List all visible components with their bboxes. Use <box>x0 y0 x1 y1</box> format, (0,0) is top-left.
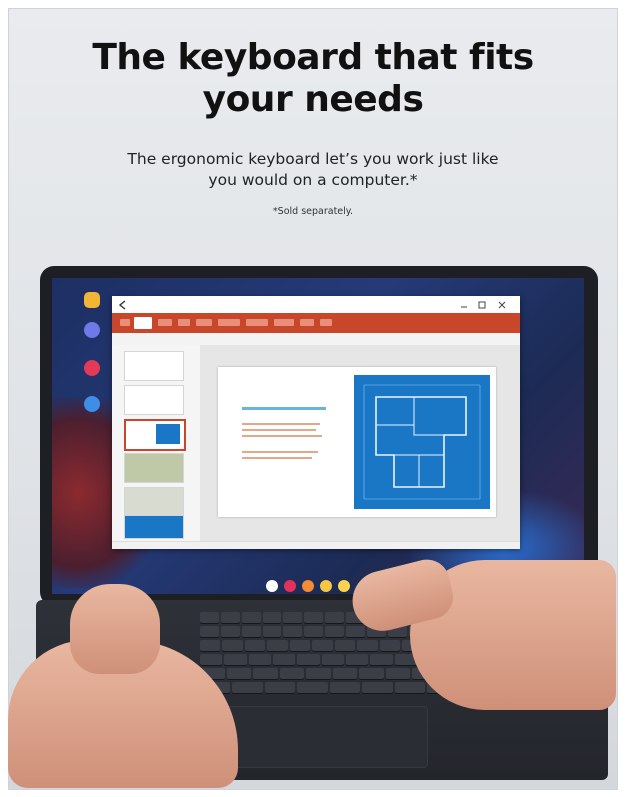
taskbar-app-4[interactable] <box>320 580 332 592</box>
keyboard-key <box>262 626 282 637</box>
keyboard-key <box>379 640 401 651</box>
keyboard-key <box>329 682 361 693</box>
keyboard-key <box>346 626 365 637</box>
minimize-icon[interactable] <box>460 301 468 309</box>
keyboard-key <box>297 682 328 693</box>
taskbar-app-1[interactable] <box>266 580 278 592</box>
slide-thumbnail[interactable] <box>124 351 184 381</box>
presentation-app-window[interactable] <box>112 296 520 549</box>
subheadline: The ergonomic keyboard let’s you work ju… <box>9 149 617 191</box>
keyboard-key <box>273 654 296 665</box>
headline: The keyboard that fits your needs <box>9 37 617 121</box>
trackpad <box>216 706 428 768</box>
back-arrow-icon[interactable] <box>118 300 128 310</box>
slide-text-block <box>242 423 320 425</box>
keyboard-key <box>325 612 344 623</box>
keyboard-key <box>224 654 247 665</box>
footnote: *Sold separately. <box>272 206 354 217</box>
keyboard-key <box>262 612 282 623</box>
ribbon-tab-file[interactable] <box>120 319 130 326</box>
keyboard-key <box>370 654 393 665</box>
keyboard-key <box>232 682 263 693</box>
keyboard-key <box>283 626 303 637</box>
keyboard-key <box>200 654 223 665</box>
app-icon-messages[interactable] <box>84 322 100 338</box>
headline-line-2: your needs <box>202 79 424 120</box>
keyboard-key <box>200 612 219 623</box>
maximize-icon[interactable] <box>478 301 486 309</box>
keyboard-key <box>312 640 333 651</box>
keyboard-key <box>289 640 311 651</box>
app-icon-folder[interactable] <box>84 292 100 308</box>
slide-canvas[interactable] <box>200 345 520 541</box>
keyboard-key <box>244 640 266 651</box>
ribbon-tab-design[interactable] <box>196 319 212 326</box>
keyboard-key <box>325 626 344 637</box>
subheadline-line-2: you would on a computer.* <box>208 171 418 189</box>
headline-line-1: The keyboard that fits <box>92 37 534 78</box>
keyboard-key <box>321 654 344 665</box>
keyboard-key <box>241 626 261 637</box>
keyboard-key <box>279 668 305 679</box>
keyboard-key <box>346 654 369 665</box>
app-icon-gallery[interactable] <box>84 360 100 376</box>
keyboard-key <box>241 612 261 623</box>
subheadline-line-1: The ergonomic keyboard let’s you work ju… <box>127 150 499 168</box>
keyboard-key <box>297 654 320 665</box>
ribbon-tab-insert[interactable] <box>158 319 172 326</box>
keyboard-key <box>248 654 271 665</box>
slide-thumbnail-panel[interactable] <box>112 345 201 541</box>
ribbon-tab-home[interactable] <box>134 317 152 329</box>
ribbon-tabs <box>112 313 520 333</box>
floor-plan-image <box>354 375 490 509</box>
slide-thumbnail[interactable] <box>124 515 184 539</box>
window-titlebar[interactable] <box>112 296 520 314</box>
keyboard-key <box>200 640 221 651</box>
keyboard-key <box>220 626 240 637</box>
keyboard-key <box>222 640 243 651</box>
keyboard-key <box>226 668 252 679</box>
close-icon[interactable] <box>498 301 506 309</box>
slide-thumbnail[interactable] <box>124 385 184 415</box>
ribbon-tab-review[interactable] <box>300 319 314 326</box>
app-icon-settings[interactable] <box>84 396 100 412</box>
keyboard-key <box>334 640 356 651</box>
taskbar-app-3[interactable] <box>302 580 314 592</box>
current-slide[interactable] <box>218 367 496 517</box>
left-hand-fingers <box>70 584 160 674</box>
keyboard-key <box>264 682 296 693</box>
slide-text-block <box>242 457 312 459</box>
keyboard-key <box>304 612 324 623</box>
floor-plan-drawing <box>363 384 481 500</box>
slide-text-block <box>242 451 318 453</box>
keyboard-key <box>359 668 384 679</box>
keyboard-key <box>357 640 378 651</box>
keyboard-key <box>304 626 324 637</box>
slide-thumbnail[interactable] <box>124 487 184 517</box>
ribbon-tab-view[interactable] <box>320 319 332 326</box>
ribbon-tab-animations[interactable] <box>246 319 268 326</box>
keyboard-key <box>220 612 240 623</box>
taskbar-app-2[interactable] <box>284 580 296 592</box>
taskbar-app-5[interactable] <box>338 580 350 592</box>
keyboard-key <box>332 668 358 679</box>
slide-thumbnail-selected[interactable] <box>124 419 186 451</box>
keyboard-key <box>283 612 303 623</box>
ribbon-tab-slideshow[interactable] <box>274 319 294 326</box>
ribbon-tab-transitions[interactable] <box>218 319 240 326</box>
keyboard-key <box>200 626 219 637</box>
keyboard-key <box>267 640 288 651</box>
keyboard-key <box>385 668 411 679</box>
keyboard-key <box>362 682 393 693</box>
app-status-bar <box>112 541 520 549</box>
slide-text-block <box>242 435 322 437</box>
keyboard-key <box>394 682 426 693</box>
slide-text-block <box>242 429 316 431</box>
keyboard-key <box>306 668 331 679</box>
ribbon-tab-draw[interactable] <box>178 319 190 326</box>
slide-text-block <box>242 407 326 410</box>
keyboard-key <box>253 668 278 679</box>
slide-thumbnail[interactable] <box>124 453 184 483</box>
